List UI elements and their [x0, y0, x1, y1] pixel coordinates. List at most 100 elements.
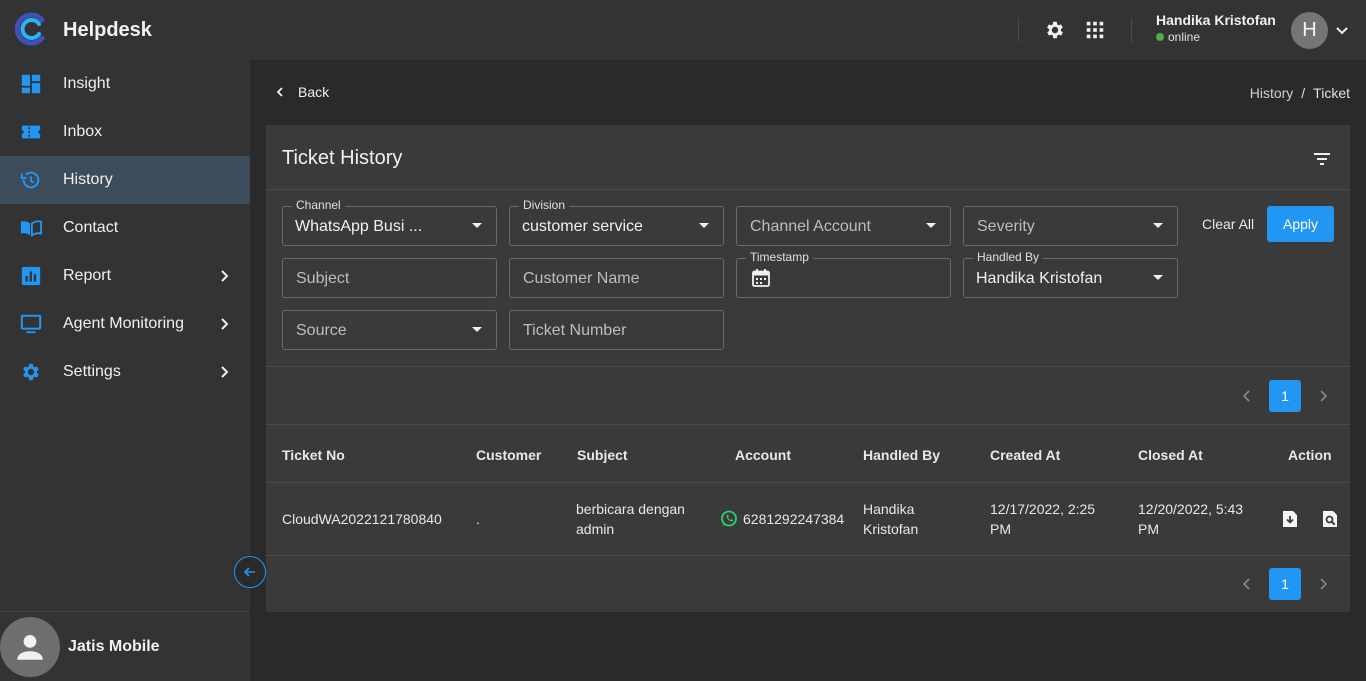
- ticket-number-input[interactable]: Ticket Number: [509, 310, 724, 350]
- handled-by-value: Handika Kristofan: [976, 270, 1103, 287]
- sidebar-footer: Jatis Mobile: [0, 611, 250, 681]
- column-header-account: Account: [735, 447, 791, 463]
- ticket-number-placeholder: Ticket Number: [523, 322, 627, 339]
- chevron-right-icon: [221, 366, 229, 378]
- divider: [266, 482, 1350, 483]
- arrow-left-icon: [243, 567, 255, 577]
- customer-name-input[interactable]: Customer Name: [509, 258, 724, 298]
- source-select[interactable]: Source: [282, 310, 497, 350]
- breadcrumb: History / Ticket: [1250, 85, 1350, 101]
- severity-select[interactable]: Severity: [963, 206, 1178, 246]
- sidebar-item-history[interactable]: History: [0, 156, 250, 204]
- handled-by-select[interactable]: Handled By Handika Kristofan: [963, 250, 1178, 298]
- customer-name-placeholder: Customer Name: [523, 270, 640, 287]
- chevron-down-icon[interactable]: [1334, 22, 1350, 38]
- handled-by-label: Handled By: [973, 250, 1044, 264]
- page-title: Ticket History: [282, 147, 403, 169]
- clear-all-button[interactable]: Clear All: [1202, 216, 1254, 232]
- dropdown-caret-icon: [699, 223, 709, 228]
- ticket-no-cell: CloudWA2022121780840: [282, 511, 442, 527]
- sidebar-item-inbox[interactable]: Inbox: [0, 108, 250, 156]
- account-avatar[interactable]: [0, 617, 60, 677]
- ticket-history-card: Ticket History Channel WhatsApp Busi ...…: [266, 125, 1350, 612]
- divider: [1131, 18, 1132, 42]
- column-header-created-at: Created At: [990, 447, 1061, 463]
- sidebar-item-label: Report: [63, 267, 112, 284]
- helpdesk-logo-icon: [14, 12, 45, 46]
- user-status-text: online: [1168, 30, 1201, 44]
- ticket-icon: [21, 125, 41, 139]
- page-number[interactable]: 1: [1269, 568, 1301, 600]
- dropdown-caret-icon: [472, 223, 482, 228]
- breadcrumb-separator: /: [1301, 85, 1306, 101]
- channel-select[interactable]: Channel WhatsApp Busi ...: [282, 198, 497, 246]
- account-cell: 6281292247384: [743, 511, 845, 527]
- dropdown-caret-icon: [1153, 223, 1163, 228]
- sidebar-item-report[interactable]: Report: [0, 252, 250, 300]
- gear-icon: [23, 363, 39, 381]
- subject-cell: berbicara dengan admin: [576, 501, 685, 537]
- person-icon: [17, 634, 43, 660]
- dropdown-caret-icon: [1153, 275, 1163, 280]
- sidebar-item-settings[interactable]: Settings: [0, 348, 250, 396]
- calendar-icon: [752, 269, 770, 287]
- user-name: Handika Kristofan: [1156, 12, 1276, 28]
- whatsapp-icon: [721, 510, 737, 527]
- view-detail-icon[interactable]: [1320, 509, 1340, 529]
- divider: [266, 555, 1350, 556]
- timestamp-picker[interactable]: Timestamp: [736, 250, 951, 298]
- divider: [266, 424, 1350, 425]
- top-bar: Helpdesk Handika Kristofan online H: [0, 0, 1366, 60]
- subject-input[interactable]: Subject: [282, 258, 497, 298]
- column-header-handled-by: Handled By: [863, 447, 941, 463]
- app-brand: Helpdesk: [63, 19, 152, 41]
- sidebar-item-insight[interactable]: Insight: [0, 60, 250, 108]
- chevron-right-icon: [221, 318, 229, 330]
- chevron-right-icon[interactable]: [1315, 388, 1331, 404]
- chevron-left-icon: [276, 87, 283, 97]
- sidebar-item-contact[interactable]: Contact: [0, 204, 250, 252]
- channel-account-select[interactable]: Channel Account: [736, 206, 951, 246]
- column-header-closed-at: Closed At: [1138, 447, 1203, 463]
- channel-account-placeholder: Channel Account: [750, 218, 871, 235]
- pagination-bottom: 1: [1239, 568, 1331, 600]
- timestamp-label: Timestamp: [746, 250, 813, 264]
- collapse-sidebar-button[interactable]: [234, 556, 266, 588]
- apps-grid-icon[interactable]: [1084, 19, 1106, 41]
- sidebar: Insight Inbox History Contact Report Age…: [0, 60, 250, 681]
- filter-icon[interactable]: [1311, 148, 1333, 170]
- chevron-left-icon[interactable]: [1239, 388, 1255, 404]
- user-avatar[interactable]: H: [1291, 12, 1328, 49]
- channel-value: WhatsApp Busi ...: [295, 218, 423, 235]
- sidebar-item-label: Agent Monitoring: [63, 315, 184, 332]
- online-status-dot: [1156, 33, 1164, 41]
- closed-at-cell: 12/20/2022, 5:43 PM: [1138, 501, 1244, 537]
- customer-cell: .: [476, 511, 480, 527]
- apply-button[interactable]: Apply: [1267, 206, 1334, 242]
- divider: [266, 366, 1350, 367]
- severity-placeholder: Severity: [977, 218, 1035, 235]
- handled-by-cell: Handika Kristofan: [863, 501, 919, 537]
- sidebar-item-label: Inbox: [63, 123, 103, 140]
- column-header-customer: Customer: [476, 447, 542, 463]
- sidebar-item-label: Contact: [63, 219, 119, 236]
- division-value: customer service: [522, 218, 643, 235]
- download-icon[interactable]: [1280, 509, 1300, 529]
- page-number[interactable]: 1: [1269, 380, 1301, 412]
- breadcrumb-ticket: Ticket: [1313, 85, 1350, 101]
- back-button[interactable]: Back: [274, 84, 329, 100]
- column-header-subject: Subject: [577, 447, 628, 463]
- division-label: Division: [519, 198, 570, 212]
- book-icon: [20, 220, 42, 238]
- divider: [266, 189, 1350, 190]
- pagination-top: 1: [1239, 380, 1331, 412]
- dropdown-caret-icon: [926, 223, 936, 228]
- chevron-left-icon[interactable]: [1239, 576, 1255, 592]
- sidebar-item-label: Settings: [63, 363, 121, 380]
- gear-icon[interactable]: [1044, 19, 1066, 41]
- breadcrumb-history[interactable]: History: [1250, 85, 1294, 101]
- division-select[interactable]: Division customer service: [509, 198, 724, 246]
- chart-icon: [21, 266, 41, 286]
- sidebar-item-agent-monitoring[interactable]: Agent Monitoring: [0, 300, 250, 348]
- chevron-right-icon[interactable]: [1315, 576, 1331, 592]
